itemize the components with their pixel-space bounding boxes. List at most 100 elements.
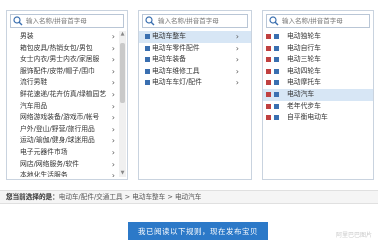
- category-icon: [274, 45, 279, 51]
- list-item[interactable]: 自平衡电动车: [263, 112, 373, 124]
- category-list: 电动车整车 › 电动车零件配件 › 电动车装备 › 电动车维修工具 › 电动车车灯/配件 ›: [139, 31, 251, 177]
- list-item[interactable]: 鲜花速递/花卉仿真/绿植园艺 ›: [7, 89, 127, 101]
- chevron-right-icon: ›: [111, 159, 115, 169]
- list-item[interactable]: 老年代步车: [263, 101, 373, 113]
- list-item[interactable]: 流行男鞋 ›: [7, 77, 127, 89]
- selection-label: 您当前选择的是：: [6, 193, 59, 201]
- list-item-label: 电子元器件市场: [20, 147, 68, 156]
- list-item[interactable]: 男装 ›: [7, 31, 127, 43]
- list-item-label: 电动四轮车: [287, 66, 321, 75]
- list-item-label: 电动车车灯/配件: [152, 78, 202, 87]
- scrollbar-thumb[interactable]: [120, 43, 125, 103]
- list-item[interactable]: 电动三轮车: [263, 54, 373, 66]
- search-icon: [269, 16, 279, 26]
- watermark: 阿里巴巴图片: [335, 232, 372, 239]
- scrollbar[interactable]: ▲ ▼: [119, 31, 126, 177]
- list-item[interactable]: 电动车维修工具 ›: [139, 66, 251, 78]
- selection-path: 电动车/配件/交通工具 > 电动车整车 > 电动汽车: [58, 193, 202, 201]
- list-item[interactable]: 女士内衣/男士内衣/家居服 ›: [7, 54, 127, 66]
- list-item[interactable]: 电子元器件市场 ›: [7, 147, 127, 159]
- list-item-label: 老年代步车: [287, 101, 321, 110]
- category-icon: [145, 34, 150, 39]
- category-icon: [266, 34, 271, 39]
- list-item-label: 电动车维修工具: [152, 66, 200, 75]
- chevron-right-icon: ›: [111, 113, 115, 123]
- chevron-right-icon: ›: [111, 55, 115, 65]
- search-input[interactable]: [25, 15, 123, 27]
- category-column-2: 电动车整车 › 电动车零件配件 › 电动车装备 › 电动车维修工具 › 电动车车灯/配件 ›: [138, 10, 252, 180]
- scroll-up-icon[interactable]: ▲: [119, 31, 126, 38]
- list-item-label: 户外/登山/野营/旅行用品: [20, 124, 95, 133]
- list-item-label: 运动/瑜伽/健身/球迷用品: [20, 136, 95, 145]
- list-item[interactable]: 电动车整车 ›: [139, 31, 251, 43]
- list-item[interactable]: 电动车装备 ›: [139, 54, 251, 66]
- chevron-right-icon: ›: [111, 101, 115, 111]
- list-item[interactable]: 网店/网络服务/软件 ›: [7, 159, 127, 171]
- search-input[interactable]: [281, 15, 369, 27]
- chevron-right-icon: ›: [111, 89, 115, 99]
- search-icon: [145, 16, 155, 26]
- category-icon: [266, 103, 271, 109]
- list-item[interactable]: 服饰配件/皮带/帽子/围巾 ›: [7, 66, 127, 78]
- category-search-2: [142, 14, 248, 28]
- chevron-right-icon: ›: [111, 171, 115, 177]
- publish-button[interactable]: 我已阅读以下规则，现在发布宝贝: [128, 222, 268, 240]
- category-icon: [274, 80, 279, 86]
- category-icon: [266, 68, 271, 74]
- list-item-label: 电动车整车: [152, 32, 186, 40]
- list-item-label: 电动三轮车: [287, 55, 321, 64]
- category-icon: [274, 34, 279, 39]
- chevron-right-icon: ›: [235, 66, 239, 76]
- list-item-label: 电动自行车: [287, 43, 321, 52]
- category-icon: [266, 57, 271, 63]
- list-item-label: 女士内衣/男士内衣/家居服: [20, 55, 100, 64]
- chevron-right-icon: ›: [235, 43, 239, 53]
- category-icon: [266, 91, 271, 97]
- list-item[interactable]: 运动/瑜伽/健身/球迷用品 ›: [7, 135, 127, 147]
- chevron-right-icon: ›: [235, 55, 239, 65]
- category-list: 男装 › 箱包皮具/热销女包/男包 › 女士内衣/男士内衣/家居服 › 服饰配件/皮带/帽子…: [7, 31, 127, 177]
- list-item[interactable]: 电动车车灯/配件 ›: [139, 77, 251, 89]
- list-item[interactable]: 电动摩托车: [263, 77, 373, 89]
- category-icon: [145, 80, 150, 86]
- list-item[interactable]: 电动车零件配件 ›: [139, 43, 251, 55]
- search-icon: [13, 16, 23, 26]
- search-input[interactable]: [157, 15, 247, 27]
- list-item-label: 网店/网络服务/软件: [20, 159, 79, 168]
- chevron-right-icon: ›: [111, 136, 115, 146]
- list-item-label: 鲜花速递/花卉仿真/绿植园艺: [20, 89, 107, 98]
- list-item[interactable]: 电动自行车: [263, 43, 373, 55]
- list-item[interactable]: 电动独轮车: [263, 31, 373, 43]
- list-item[interactable]: 电动四轮车: [263, 66, 373, 78]
- list-item[interactable]: 电动汽车: [263, 88, 373, 101]
- scroll-down-icon[interactable]: ▼: [119, 170, 126, 177]
- chevron-right-icon: ›: [235, 78, 239, 88]
- category-search-1: [10, 14, 124, 28]
- list-item-label: 流行男鞋: [20, 78, 48, 87]
- list-item[interactable]: 汽车用品 ›: [7, 101, 127, 113]
- list-item-label: 网络游戏装备/游戏币/帐号: [20, 113, 100, 122]
- chevron-right-icon: ›: [111, 78, 115, 88]
- list-item[interactable]: 本地化生活服务 ›: [7, 170, 127, 177]
- category-column-3: 电动独轮车电动自行车电动三轮车电动四轮车电动摩托车电动汽车老年代步车自平衡电动车: [262, 10, 374, 180]
- category-icon: [274, 57, 279, 63]
- category-icon: [145, 45, 150, 51]
- list-item-label: 男装: [20, 32, 34, 40]
- list-item[interactable]: 网络游戏装备/游戏币/帐号 ›: [7, 112, 127, 124]
- category-search-3: [266, 14, 370, 28]
- list-item-label: 电动独轮车: [287, 32, 321, 40]
- chevron-right-icon: ›: [111, 147, 115, 157]
- list-item[interactable]: 箱包皮具/热销女包/男包 ›: [7, 43, 127, 55]
- list-item-label: 电动汽车: [287, 89, 315, 98]
- category-icon: [274, 103, 279, 109]
- list-item-label: 箱包皮具/热销女包/男包: [20, 43, 93, 52]
- list-item-label: 电动车零件配件: [152, 43, 200, 52]
- list-item-label: 汽车用品: [20, 101, 48, 110]
- list-item-label: 电动车装备: [152, 55, 186, 64]
- chevron-right-icon: ›: [111, 43, 115, 53]
- list-item[interactable]: 户外/登山/野营/旅行用品 ›: [7, 124, 127, 136]
- category-icon: [274, 115, 279, 121]
- list-item-label: 服饰配件/皮带/帽子/围巾: [20, 66, 95, 75]
- category-icon: [266, 45, 271, 51]
- category-icon: [274, 91, 279, 97]
